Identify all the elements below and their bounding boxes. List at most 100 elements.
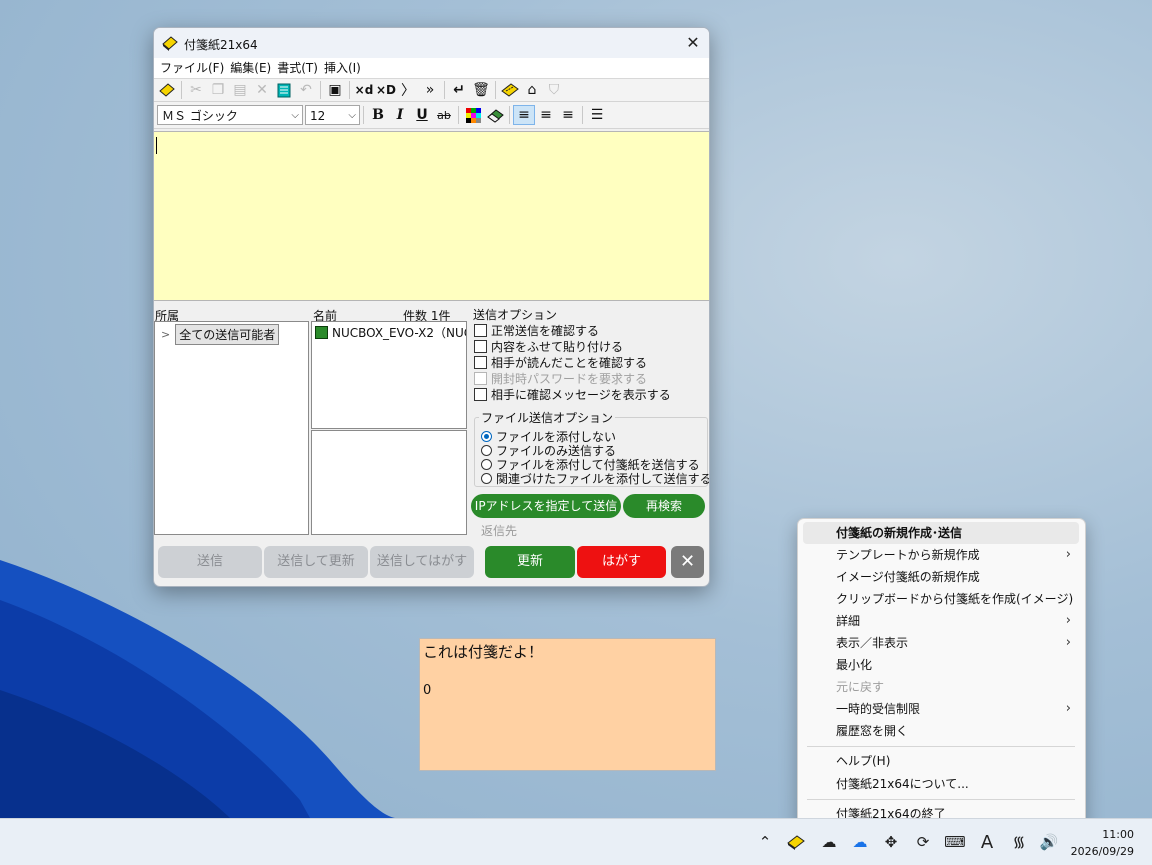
menu-temporary-receive-limit[interactable]: 一時的受信制限 ›	[803, 698, 1079, 720]
volume-icon[interactable]: 🔊	[1038, 819, 1060, 865]
text-caret	[156, 137, 157, 154]
history-icon[interactable]: ▣	[324, 80, 346, 100]
menu-separator	[807, 746, 1075, 747]
menu-about[interactable]: 付箋紙21x64について...	[803, 773, 1079, 795]
menu-edit[interactable]: 編集(E)	[227, 58, 274, 78]
menu-open-history[interactable]: 履歴窓を開く	[803, 720, 1079, 742]
tree-item-all[interactable]: > 全ての送信可能者	[161, 324, 280, 345]
peel-button[interactable]: はがす	[577, 546, 666, 578]
undo-icon[interactable]: ↶	[295, 80, 317, 100]
menu-item-label: イメージ付箋紙の新規作成	[836, 570, 980, 584]
menu-show-hide[interactable]: 表示／非表示 ›	[803, 632, 1079, 654]
return-icon[interactable]: ↵	[448, 80, 470, 100]
chevron-right-icon[interactable]: >	[161, 328, 170, 341]
cut-icon[interactable]: ✂	[185, 80, 207, 100]
title-bar[interactable]: 付箋紙21x64 ✕	[154, 28, 709, 58]
sticky-app-icon	[161, 35, 178, 54]
computer-icon	[315, 326, 328, 339]
chevron-right-icon: ›	[1065, 547, 1071, 562]
reply-to-label: 返信先	[481, 524, 518, 538]
clock[interactable]: 11:00 2026/09/29	[1071, 826, 1134, 860]
ip-send-button[interactable]: IPアドレスを指定して送信	[471, 494, 621, 518]
send-peel-button[interactable]: 送信してはがす	[370, 546, 474, 578]
last-icon[interactable]: »	[419, 80, 441, 100]
menu-new-image-note[interactable]: イメージ付箋紙の新規作成	[803, 566, 1079, 588]
option-read-receipt[interactable]: 相手が読んだことを確認する	[474, 354, 647, 371]
align-left-icon[interactable]: ≡	[513, 105, 535, 125]
option-hide-content[interactable]: 内容をふせて貼り付ける	[474, 338, 623, 355]
close-icon[interactable]: ✕	[677, 28, 709, 58]
menu-new-note-send[interactable]: 付箋紙の新規作成･送信	[803, 522, 1079, 544]
menu-format[interactable]: 書式(T)	[274, 58, 321, 78]
menu-insert[interactable]: 挿入(I)	[321, 58, 364, 78]
checkbox-icon	[474, 324, 487, 337]
sticky-note[interactable]: これは付箋だよ！ 0	[419, 638, 716, 771]
checkbox-icon	[474, 372, 487, 385]
cloud-icon[interactable]: ☁	[818, 819, 840, 865]
insert-date-icon[interactable]: ×d	[353, 80, 375, 100]
wifi-icon[interactable]: ᯾	[1008, 819, 1030, 865]
group-tree[interactable]: > 全ての送信可能者	[154, 321, 309, 535]
font-name-value: ＭＳ ゴシック	[162, 109, 238, 123]
menu-file[interactable]: ファイル(F)	[157, 58, 227, 78]
update-button[interactable]: 更新	[485, 546, 575, 578]
recipient-list[interactable]: NUCBOX_EVO-X2（NUCE	[311, 321, 467, 429]
eraser-icon[interactable]	[484, 105, 506, 125]
clock-date: 2026/09/29	[1070, 845, 1134, 858]
research-button[interactable]: 再検索	[623, 494, 705, 518]
paste-icon[interactable]: ▤	[229, 80, 251, 100]
shield-icon[interactable]: ⛉	[543, 80, 565, 100]
network-share-icon[interactable]: ✥	[880, 819, 902, 865]
font-name-select[interactable]: ＭＳ ゴシック ⌵	[157, 105, 303, 125]
insert-datetime-icon[interactable]: ×D	[375, 80, 397, 100]
copy-icon[interactable]: ❐	[207, 80, 229, 100]
menu-help[interactable]: ヘルプ(H)	[803, 750, 1079, 772]
chevron-up-icon[interactable]: ⌃	[754, 819, 776, 865]
menu-minimize[interactable]: 最小化	[803, 654, 1079, 676]
sticky-app-icon[interactable]	[785, 819, 807, 865]
strikethrough-button[interactable]: ab	[433, 105, 455, 125]
italic-button[interactable]: I	[389, 105, 411, 125]
menu-note-from-clipboard[interactable]: クリップボードから付箋紙を作成(イメージ)	[803, 588, 1079, 610]
font-size-value: 12	[310, 109, 326, 123]
sync-icon[interactable]: ⟳	[912, 819, 934, 865]
font-size-select[interactable]: 12 ⌵	[305, 105, 360, 125]
note-editor[interactable]	[154, 131, 709, 301]
ime-icon[interactable]: A	[976, 819, 998, 865]
align-center-icon[interactable]: ≡	[535, 105, 557, 125]
list-item[interactable]: NUCBOX_EVO-X2（NUCE	[315, 324, 466, 341]
option-confirm-send[interactable]: 正常送信を確認する	[474, 322, 599, 339]
send-update-button[interactable]: 送信して更新	[264, 546, 368, 578]
underline-button[interactable]: U	[411, 105, 433, 125]
radio-icon	[481, 431, 492, 442]
sticky-note-line2: 0	[423, 683, 432, 698]
send-note-icon[interactable]	[499, 80, 521, 100]
menu-new-from-template[interactable]: テンプレートから新規作成 ›	[803, 544, 1079, 566]
option-label: 開封時パスワードを要求する	[491, 372, 648, 386]
close-note-button[interactable]: ✕	[671, 546, 704, 578]
send-button[interactable]: 送信	[158, 546, 262, 578]
color-palette-icon[interactable]	[462, 105, 484, 125]
tray-context-menu: 付箋紙の新規作成･送信 テンプレートから新規作成 › イメージ付箋紙の新規作成 ク…	[797, 518, 1086, 829]
keyboard-icon[interactable]: ⌨	[944, 819, 966, 865]
menu-item-label: 付箋紙21x64について...	[836, 777, 969, 791]
option-confirm-message[interactable]: 相手に確認メッセージを表示する	[474, 386, 671, 403]
new-note-icon[interactable]	[156, 80, 178, 100]
file-option-associated[interactable]: 関連づけたファイルを添付して送信する	[481, 470, 709, 487]
select-all-icon[interactable]	[273, 80, 295, 100]
home-icon[interactable]: ⌂	[521, 80, 543, 100]
trash-icon[interactable]: 🗑	[470, 80, 492, 100]
tree-item-label: 全ての送信可能者	[175, 324, 280, 345]
delete-icon[interactable]: ✕	[251, 80, 273, 100]
window-title: 付箋紙21x64	[184, 38, 258, 52]
onedrive-icon[interactable]: ☁	[849, 819, 871, 865]
bold-button[interactable]: B	[367, 105, 389, 125]
align-right-icon[interactable]: ≡	[557, 105, 579, 125]
menu-item-label: 最小化	[836, 658, 873, 672]
send-options-title: 送信オプション	[473, 308, 558, 322]
selected-recipient-list[interactable]	[311, 430, 467, 535]
menu-details[interactable]: 詳細 ›	[803, 610, 1079, 632]
bullet-list-icon[interactable]: ☰	[586, 105, 608, 125]
menu-item-label: ヘルプ(H)	[836, 754, 891, 768]
next-icon[interactable]: 〉	[397, 80, 419, 100]
